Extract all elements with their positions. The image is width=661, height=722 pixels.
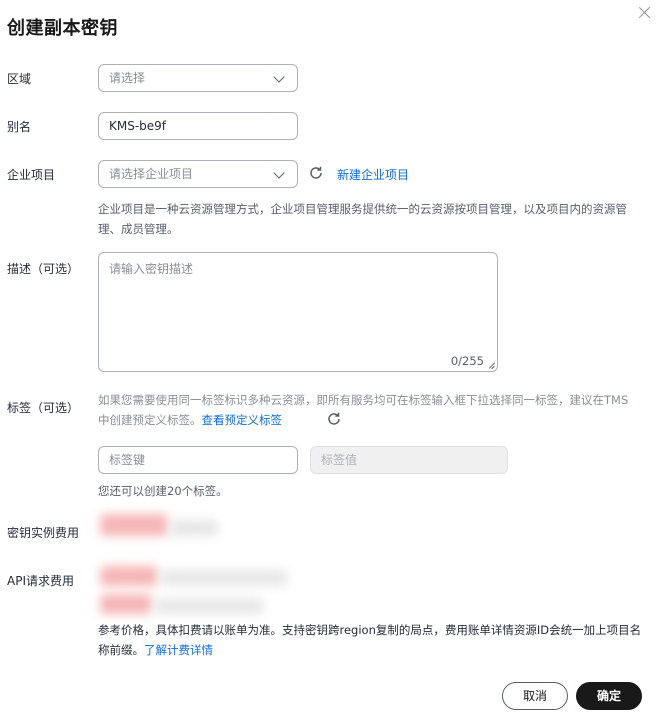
region-placeholder: 请选择 xyxy=(109,71,146,85)
enterprise-project-placeholder: 请选择企业项目 xyxy=(109,167,194,181)
tags-label: 标签（可选） xyxy=(7,401,80,415)
chevron-down-icon xyxy=(273,71,285,83)
close-icon[interactable] xyxy=(636,4,654,22)
tag-key-input[interactable]: 标签键 xyxy=(98,446,298,474)
refresh-icon[interactable] xyxy=(308,165,324,181)
confirm-button[interactable]: 确定 xyxy=(576,682,642,710)
tags-remaining: 您还可以创建20个标签。 xyxy=(98,484,228,498)
tags-help: 如果您需要使用同一标签标识多种云资源，即所有服务均可在标签输入框下拉选择同一标签… xyxy=(98,390,638,430)
create-replica-key-dialog: 创建副本密钥 区域 请选择 别名 KMS-be9f 企业项目 请选择企业项目 新… xyxy=(0,0,661,722)
cancel-button[interactable]: 取消 xyxy=(502,682,568,710)
description-placeholder: 请输入密钥描述 xyxy=(109,262,194,276)
alias-input[interactable]: KMS-be9f xyxy=(98,112,298,140)
region-label: 区域 xyxy=(7,72,32,86)
description-counter: 0/255 xyxy=(450,354,484,368)
alias-value: KMS-be9f xyxy=(109,119,167,133)
tag-key-placeholder: 标签键 xyxy=(109,453,146,467)
pricing-note: 参考价格，具体扣费请以账单为准。支持密钥跨region复制的局点，费用账单详情资… xyxy=(98,620,643,660)
api-fee-value-redacted xyxy=(100,566,158,586)
view-predefined-tags-link[interactable]: 查看预定义标签 xyxy=(202,413,283,427)
api-fee-value2-redacted xyxy=(100,594,152,614)
alias-label: 别名 xyxy=(7,120,32,134)
new-enterprise-project-link[interactable]: 新建企业项目 xyxy=(337,166,409,183)
api-fee-label: API请求费用 xyxy=(7,574,74,588)
key-instance-fee-unit-redacted xyxy=(170,520,218,536)
dialog-title: 创建副本密钥 xyxy=(7,18,118,39)
enterprise-project-label: 企业项目 xyxy=(7,168,56,182)
resize-handle-icon[interactable] xyxy=(488,362,495,369)
api-fee-unit-redacted xyxy=(160,570,288,586)
description-textarea[interactable]: 请输入密钥描述 0/255 xyxy=(98,252,498,372)
tag-value-placeholder: 标签值 xyxy=(321,453,358,467)
pricing-details-link[interactable]: 了解计费详情 xyxy=(144,643,213,657)
region-select[interactable]: 请选择 xyxy=(98,64,298,92)
description-label: 描述（可选） xyxy=(7,262,80,276)
key-instance-fee-value-redacted xyxy=(100,514,168,536)
tag-value-input: 标签值 xyxy=(310,446,508,474)
refresh-icon[interactable] xyxy=(326,411,342,427)
chevron-down-icon xyxy=(273,167,285,179)
key-instance-fee-label: 密钥实例费用 xyxy=(7,526,80,540)
tags-help-text: 如果您需要使用同一标签标识多种云资源，即所有服务均可在标签输入框下拉选择同一标签… xyxy=(98,393,629,427)
api-fee-unit2-redacted xyxy=(154,598,264,614)
enterprise-project-help: 企业项目是一种云资源管理方式，企业项目管理服务提供统一的云资源按项目管理，以及项… xyxy=(98,202,627,236)
enterprise-project-select[interactable]: 请选择企业项目 xyxy=(98,160,298,188)
